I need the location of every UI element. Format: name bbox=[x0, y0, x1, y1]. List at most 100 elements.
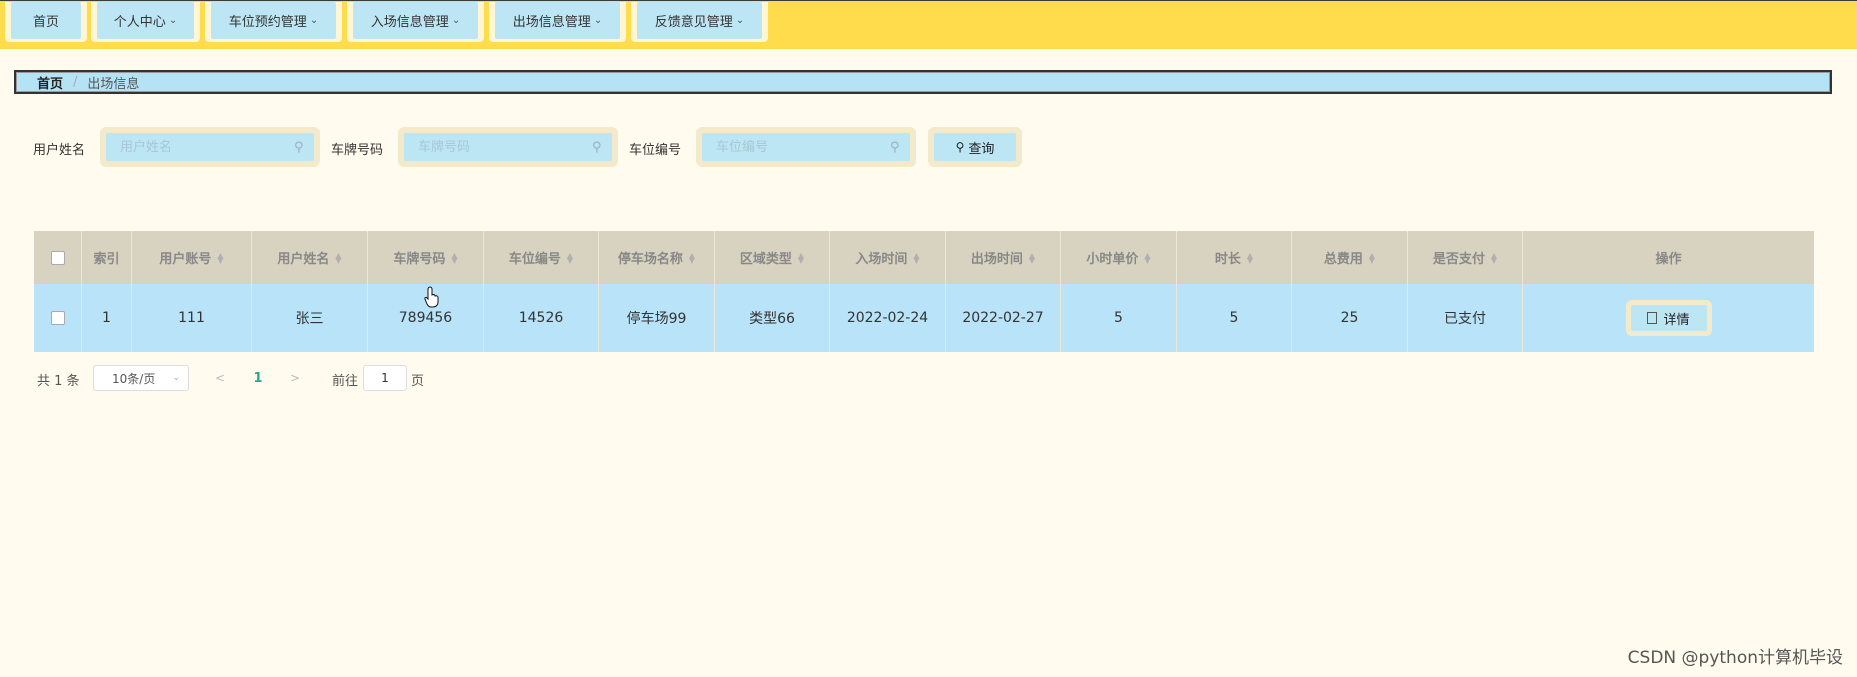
cell-name: 张三 bbox=[252, 284, 368, 352]
col-total[interactable]: 总费用 ▲ ▼ bbox=[1292, 231, 1408, 284]
total-count: 共 1 条 bbox=[37, 373, 80, 389]
sort-icon[interactable]: ▲ ▼ bbox=[1029, 251, 1035, 264]
hand-cursor-icon bbox=[424, 286, 439, 308]
sort-icon[interactable]: ▲ ▼ bbox=[798, 251, 804, 264]
cell-paid: 已支付 bbox=[1408, 284, 1523, 352]
spot-input[interactable] bbox=[702, 133, 910, 161]
plate-search-box: ⚲ bbox=[398, 127, 618, 167]
select-all-cell bbox=[34, 231, 82, 284]
col-paid[interactable]: 是否支付 ▲ ▼ bbox=[1408, 231, 1523, 284]
document-icon bbox=[1647, 312, 1658, 324]
col-index: 索引 bbox=[82, 231, 132, 284]
cell-account: 111 bbox=[132, 284, 252, 352]
chevron-down-icon: ⌄ bbox=[168, 15, 178, 26]
col-in-time-label: 入场时间 bbox=[855, 252, 908, 267]
cell-area: 类型66 bbox=[715, 284, 830, 352]
chevron-down-icon: ⌄ bbox=[451, 15, 461, 26]
cell-out-time: 2022-02-27 bbox=[946, 284, 1061, 352]
next-page-button[interactable]: > bbox=[281, 365, 309, 391]
nav-feedback-label: 反馈意见管理 bbox=[654, 15, 733, 30]
query-button-label: 查询 bbox=[968, 141, 995, 157]
prev-page-button[interactable]: < bbox=[206, 365, 234, 391]
chevron-down-icon: ⌄ bbox=[735, 15, 745, 26]
col-unit-price[interactable]: 小时单价 ▲ ▼ bbox=[1061, 231, 1177, 284]
breadcrumb-separator: / bbox=[73, 74, 78, 90]
col-lot-label: 停车场名称 bbox=[617, 252, 683, 267]
page-size-select[interactable]: 10条/页 ⌄ bbox=[93, 365, 189, 391]
cell-lot: 停车场99 bbox=[599, 284, 715, 352]
goto-suffix: 页 bbox=[411, 373, 425, 389]
table-header: 索引 用户账号 ▲ ▼ 用户姓名 ▲ ▼ 车牌号码 ▲ ▼ 车位编号 ▲ ▼ 停车场名称 ▲ ▼ 区… bbox=[34, 231, 1814, 284]
chevron-right-icon: > bbox=[289, 371, 301, 385]
username-input[interactable] bbox=[106, 133, 314, 161]
chevron-down-icon: ⌄ bbox=[172, 373, 180, 383]
col-duration-label: 时长 bbox=[1214, 252, 1241, 267]
sort-icon[interactable]: ▲ ▼ bbox=[567, 251, 573, 264]
chevron-down-icon: ⌄ bbox=[309, 15, 319, 26]
sort-icon[interactable]: ▲ ▼ bbox=[217, 251, 223, 264]
col-actions-label: 操作 bbox=[1655, 252, 1682, 267]
nav-reservation[interactable]: 车位预约管理 ⌄ bbox=[205, 2, 342, 42]
username-search-box: ⚲ bbox=[100, 127, 320, 167]
col-plate-label: 车牌号码 bbox=[393, 252, 446, 267]
cell-total: 25 bbox=[1292, 284, 1408, 352]
top-nav: 首页 个人中心 ⌄ 车位预约管理 ⌄ 入场信息管理 ⌄ 出场信息管理 ⌄ 反馈意见管理 ⌄ bbox=[0, 0, 1857, 49]
col-unit-price-label: 小时单价 bbox=[1086, 252, 1139, 267]
page-number-current[interactable]: 1 bbox=[246, 365, 270, 391]
cell-unit-price: 5 bbox=[1061, 284, 1177, 352]
goto-page-input[interactable]: 1 bbox=[363, 365, 407, 391]
col-area-label: 区域类型 bbox=[739, 252, 792, 267]
col-out-time[interactable]: 出场时间 ▲ ▼ bbox=[946, 231, 1061, 284]
sort-icon[interactable]: ▲ ▼ bbox=[689, 251, 695, 264]
col-plate[interactable]: 车牌号码 ▲ ▼ bbox=[368, 231, 484, 284]
breadcrumb-home[interactable]: 首页 bbox=[37, 73, 63, 92]
query-button[interactable]: ⚲ 查询 bbox=[928, 127, 1022, 167]
detail-button[interactable]: 详情 bbox=[1625, 300, 1712, 336]
sort-icon[interactable]: ▲ ▼ bbox=[1369, 251, 1375, 264]
nav-exit[interactable]: 出场信息管理 ⌄ bbox=[489, 2, 626, 42]
nav-feedback[interactable]: 反馈意见管理 ⌄ bbox=[631, 2, 768, 42]
breadcrumb: 首页 / 出场信息 bbox=[14, 70, 1832, 94]
sort-icon[interactable]: ▲ ▼ bbox=[335, 251, 341, 264]
cell-in-time: 2022-02-24 bbox=[830, 284, 946, 352]
sort-icon[interactable]: ▲ ▼ bbox=[1144, 251, 1150, 264]
goto-prefix: 前往 bbox=[332, 373, 359, 389]
col-account[interactable]: 用户账号 ▲ ▼ bbox=[132, 231, 252, 284]
col-in-time[interactable]: 入场时间 ▲ ▼ bbox=[830, 231, 946, 284]
col-index-label: 索引 bbox=[93, 252, 120, 267]
watermark: CSDN @python计算机毕设 bbox=[1627, 648, 1843, 668]
nav-personal-center[interactable]: 个人中心 ⌄ bbox=[91, 2, 200, 42]
row-checkbox[interactable] bbox=[50, 311, 65, 325]
col-spot-label: 车位编号 bbox=[508, 252, 561, 267]
col-account-label: 用户账号 bbox=[159, 252, 212, 267]
nav-entry-label: 入场信息管理 bbox=[370, 15, 449, 30]
nav-home[interactable]: 首页 bbox=[5, 2, 87, 42]
page-size-value: 10条/页 bbox=[112, 371, 156, 386]
col-duration[interactable]: 时长 ▲ ▼ bbox=[1177, 231, 1292, 284]
nav-personal-center-label: 个人中心 bbox=[113, 15, 166, 30]
cell-actions: 详情 bbox=[1523, 284, 1814, 352]
nav-reservation-label: 车位预约管理 bbox=[228, 15, 307, 30]
col-name[interactable]: 用户姓名 ▲ ▼ bbox=[252, 231, 368, 284]
search-icon: ⚲ bbox=[592, 140, 602, 155]
sort-icon[interactable]: ▲ ▼ bbox=[1491, 251, 1497, 264]
cell-index: 1 bbox=[82, 284, 132, 352]
col-out-time-label: 出场时间 bbox=[970, 252, 1023, 267]
sort-icon[interactable]: ▲ ▼ bbox=[1247, 251, 1253, 264]
nav-entry[interactable]: 入场信息管理 ⌄ bbox=[347, 2, 484, 42]
detail-button-label: 详情 bbox=[1663, 312, 1690, 328]
nav-exit-label: 出场信息管理 bbox=[512, 15, 591, 30]
col-area[interactable]: 区域类型 ▲ ▼ bbox=[715, 231, 830, 284]
breadcrumb-current: 出场信息 bbox=[87, 76, 140, 92]
col-name-label: 用户姓名 bbox=[277, 252, 330, 267]
table-row: 1 111 张三 789456 14526 停车场99 类型66 2022-02… bbox=[34, 284, 1814, 352]
col-spot[interactable]: 车位编号 ▲ ▼ bbox=[484, 231, 599, 284]
col-paid-label: 是否支付 bbox=[1432, 252, 1485, 267]
sort-icon[interactable]: ▲ ▼ bbox=[451, 251, 457, 264]
spot-label: 车位编号 bbox=[629, 143, 682, 158]
sort-icon[interactable]: ▲ ▼ bbox=[913, 251, 919, 264]
nav-home-label: 首页 bbox=[32, 15, 59, 30]
select-all-checkbox[interactable] bbox=[50, 250, 65, 265]
col-lot[interactable]: 停车场名称 ▲ ▼ bbox=[599, 231, 715, 284]
plate-input[interactable] bbox=[404, 133, 612, 161]
